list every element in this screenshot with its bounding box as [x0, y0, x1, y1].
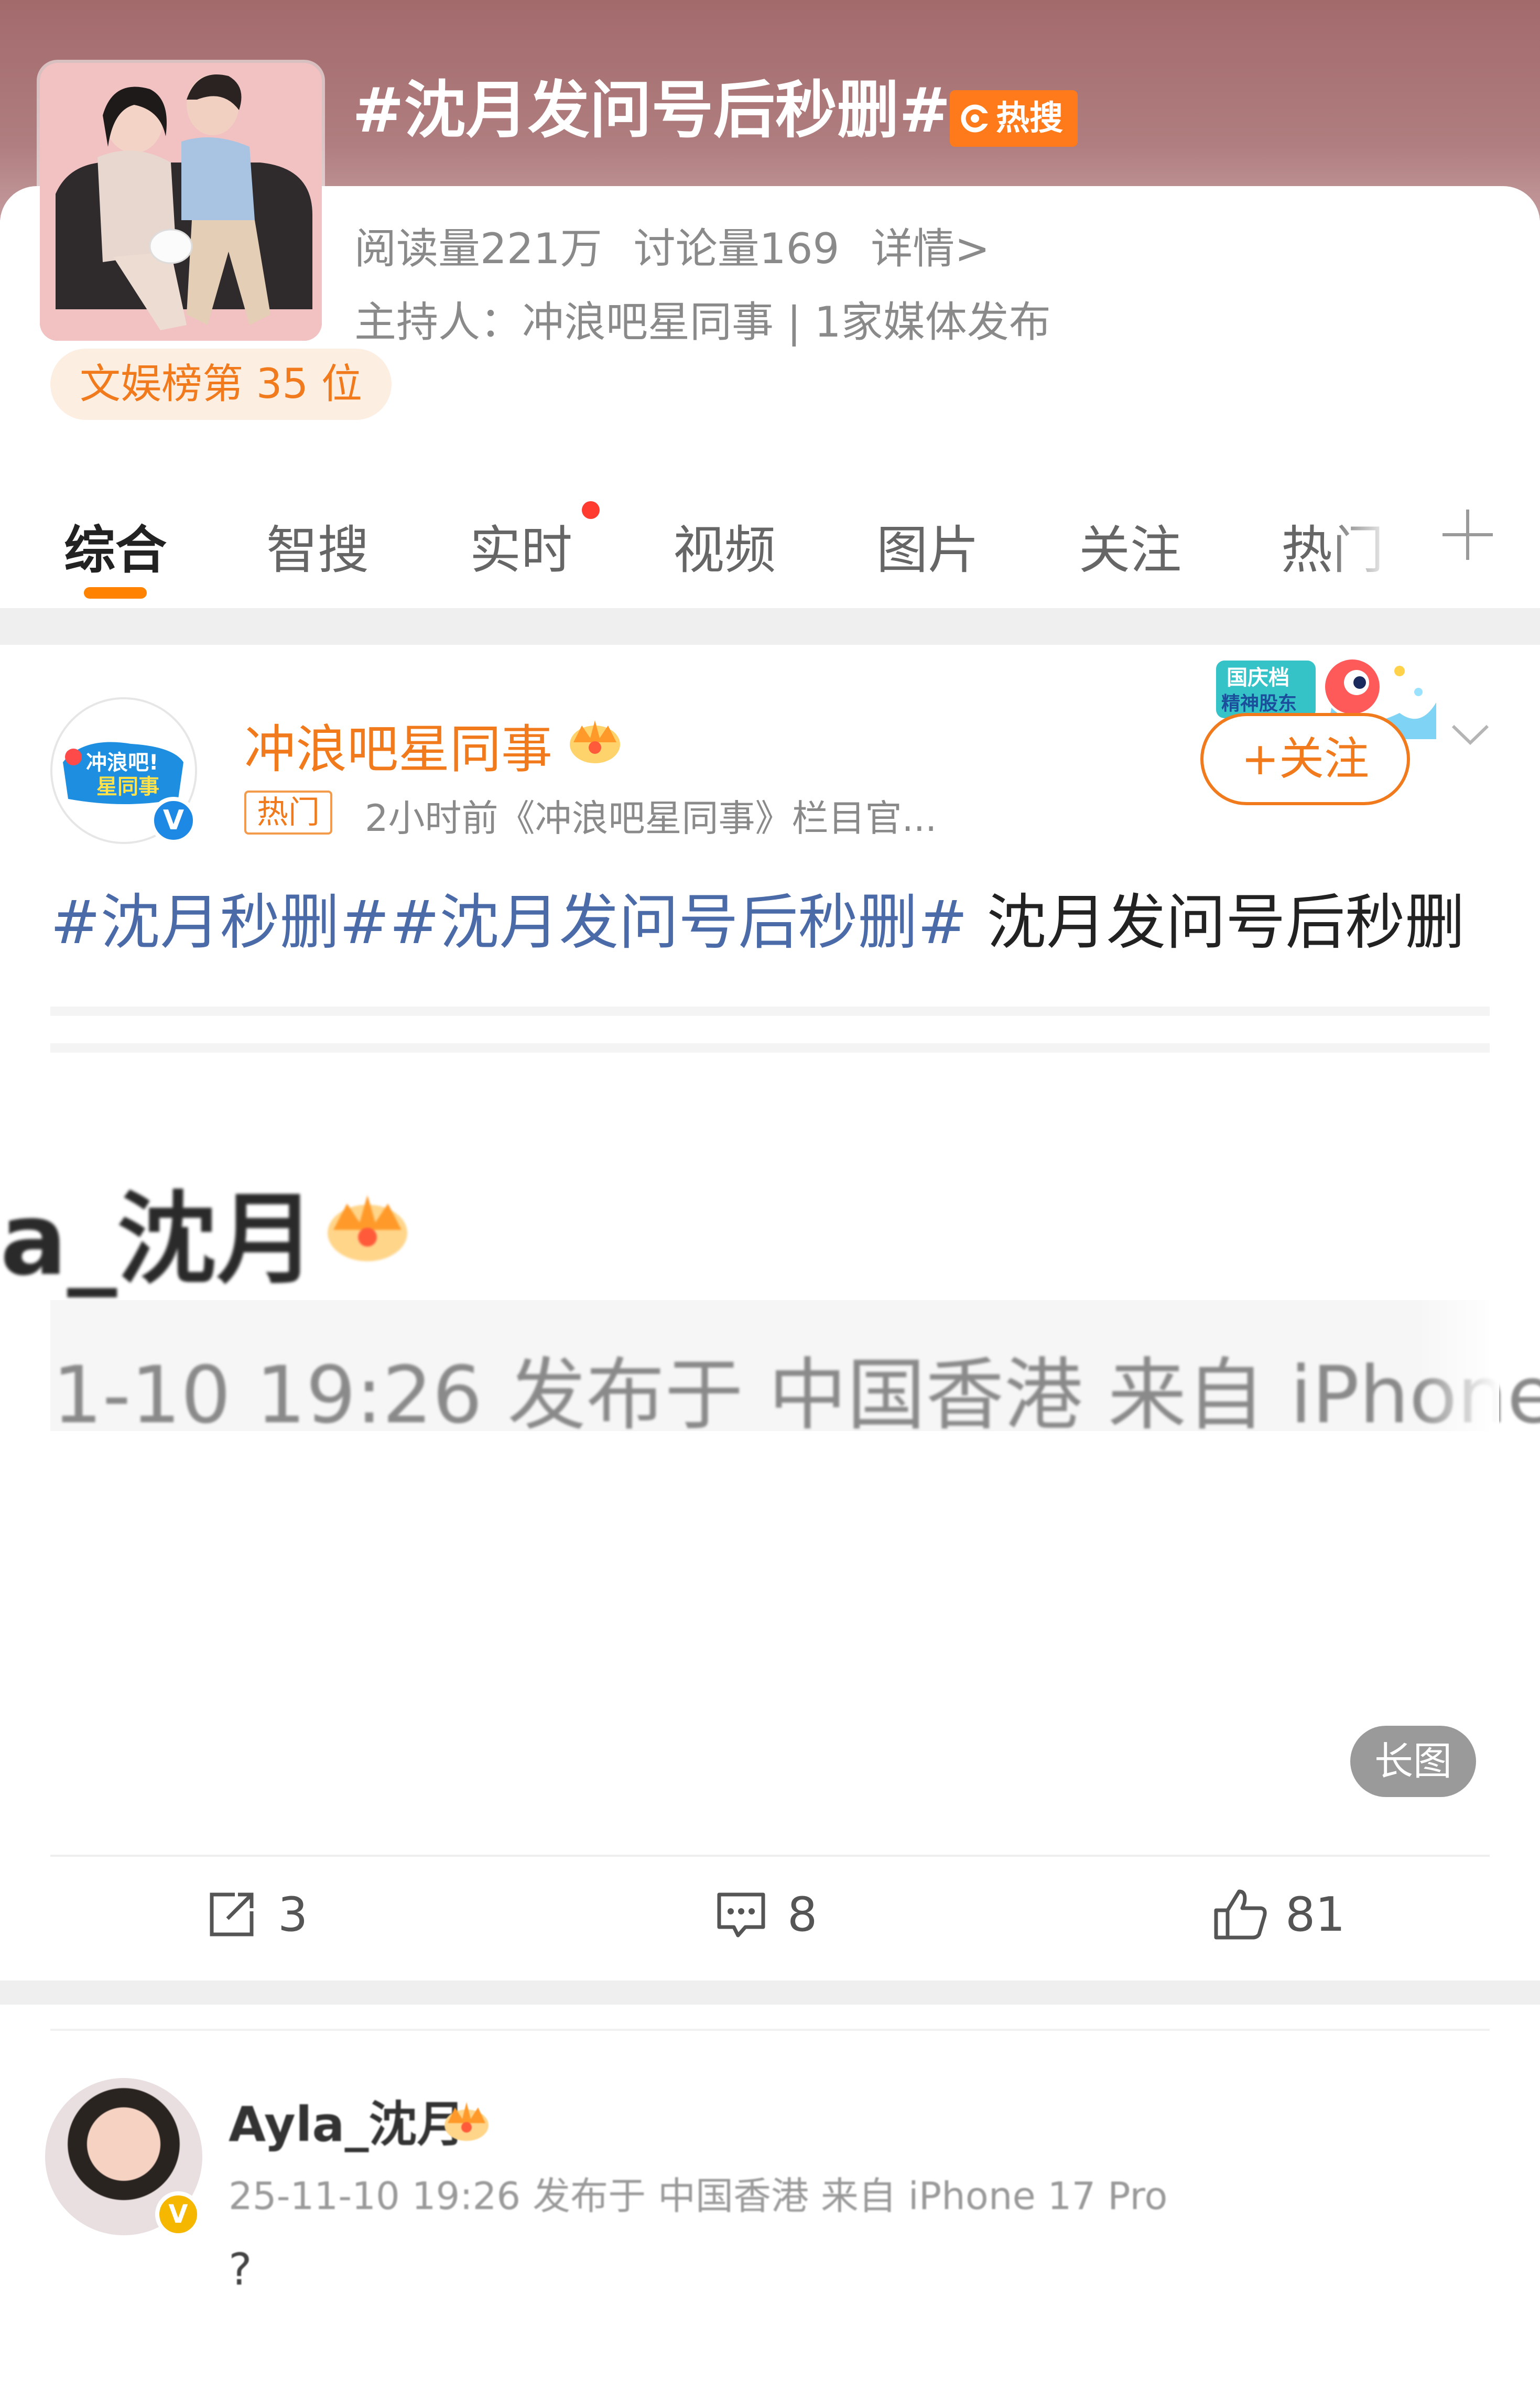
- post-body: 沈月发问号后秒删: [968, 888, 1465, 957]
- activity-badge-line2: 精神股东: [1221, 693, 1297, 715]
- image-blur-line: [50, 1043, 1490, 1053]
- repost-button[interactable]: 3: [204, 1876, 372, 1954]
- post-text: #沈月秒删##沈月发问号后秒删# 沈月发问号后秒删: [50, 881, 1465, 965]
- like-count: 81: [1285, 1887, 1346, 1942]
- topic-title: #沈月发问号后秒删#: [352, 74, 951, 146]
- follow-button[interactable]: +关注: [1200, 713, 1410, 805]
- active-tab-indicator: [84, 587, 147, 599]
- details-link[interactable]: 详情>: [871, 224, 990, 273]
- plus-icon[interactable]: [1436, 503, 1499, 566]
- like-button[interactable]: 81: [1212, 1876, 1380, 1954]
- post-divider: [50, 2029, 1490, 2031]
- topic-host-info[interactable]: 主持人：冲浪吧星同事 | 1家媒体发布: [354, 288, 1051, 349]
- activity-badge-line1: 国庆档: [1227, 666, 1289, 690]
- crown-icon: [444, 2102, 489, 2141]
- post-author-name[interactable]: Ayla_沈月: [229, 2085, 465, 2155]
- tab-overflow-fade: [1326, 503, 1410, 587]
- avatar-logo-line1: 冲浪吧!: [86, 751, 158, 775]
- avatar-logo-line2: 星同事: [96, 775, 159, 799]
- crown-icon: [570, 720, 620, 763]
- read-count: 阅读量221万: [354, 224, 602, 273]
- hot-badge-label: 热搜: [996, 99, 1063, 138]
- tab-realtime[interactable]: 实时: [470, 508, 572, 583]
- comment-count: 8: [787, 1887, 818, 1942]
- tab-comprehensive[interactable]: 综合: [64, 508, 167, 583]
- post-author-name[interactable]: 冲浪吧星同事: [244, 708, 552, 782]
- post-meta: 2小时前《冲浪吧星同事》栏目官...: [365, 797, 937, 840]
- action-divider: [50, 1855, 1490, 1857]
- hot-search-icon: [961, 104, 990, 133]
- image-meta-text: 1-10 19:26 发布于 中国香港 来自 iPhone: [52, 1350, 1540, 1441]
- image-blur-line: [50, 1007, 1490, 1016]
- repost-count: 3: [278, 1887, 308, 1942]
- section-divider: [0, 1981, 1540, 2005]
- tab-video[interactable]: 视频: [673, 508, 776, 583]
- tab-bar: 综合 智搜 实时 视频 图片 关注 热门: [0, 488, 1540, 608]
- image-meta-fade: [1415, 1300, 1499, 1431]
- repost-icon: [210, 1892, 254, 1936]
- post-body: ?: [229, 2244, 252, 2295]
- crown-icon: [328, 1195, 407, 1261]
- topic-cover-image[interactable]: [40, 63, 322, 341]
- post-meta: 25-11-10 19:26 发布于 中国香港 来自 iPhone 17 Pro: [229, 2174, 1168, 2218]
- discussion-count: 讨论量169: [633, 224, 840, 273]
- tab-following[interactable]: 关注: [1079, 508, 1181, 583]
- verified-icon: V: [150, 797, 197, 844]
- verified-icon: V: [155, 2191, 201, 2237]
- hot-search-badge: 热搜: [950, 90, 1078, 147]
- comment-icon: [717, 1892, 765, 1938]
- cover-photo: [40, 63, 322, 341]
- tab-smart-search[interactable]: 智搜: [266, 508, 369, 583]
- rank-badge[interactable]: 文娱榜第 35 位: [50, 349, 392, 420]
- like-icon: [1214, 1889, 1267, 1940]
- realtime-notification-dot: [582, 501, 600, 519]
- topic-stats: 阅读量221万 讨论量169 详情>: [354, 215, 1021, 276]
- image-username-text: a_沈月: [0, 1182, 317, 1297]
- chevron-down-icon[interactable]: [1447, 710, 1494, 758]
- post-hashtags[interactable]: #沈月秒删##沈月发问号后秒删#: [50, 888, 968, 957]
- section-divider: [0, 608, 1540, 645]
- comment-button[interactable]: 8: [714, 1876, 882, 1954]
- tab-images[interactable]: 图片: [876, 508, 979, 583]
- hot-post-tag: 热门: [244, 791, 332, 835]
- long-image-badge: 长图: [1350, 1726, 1476, 1797]
